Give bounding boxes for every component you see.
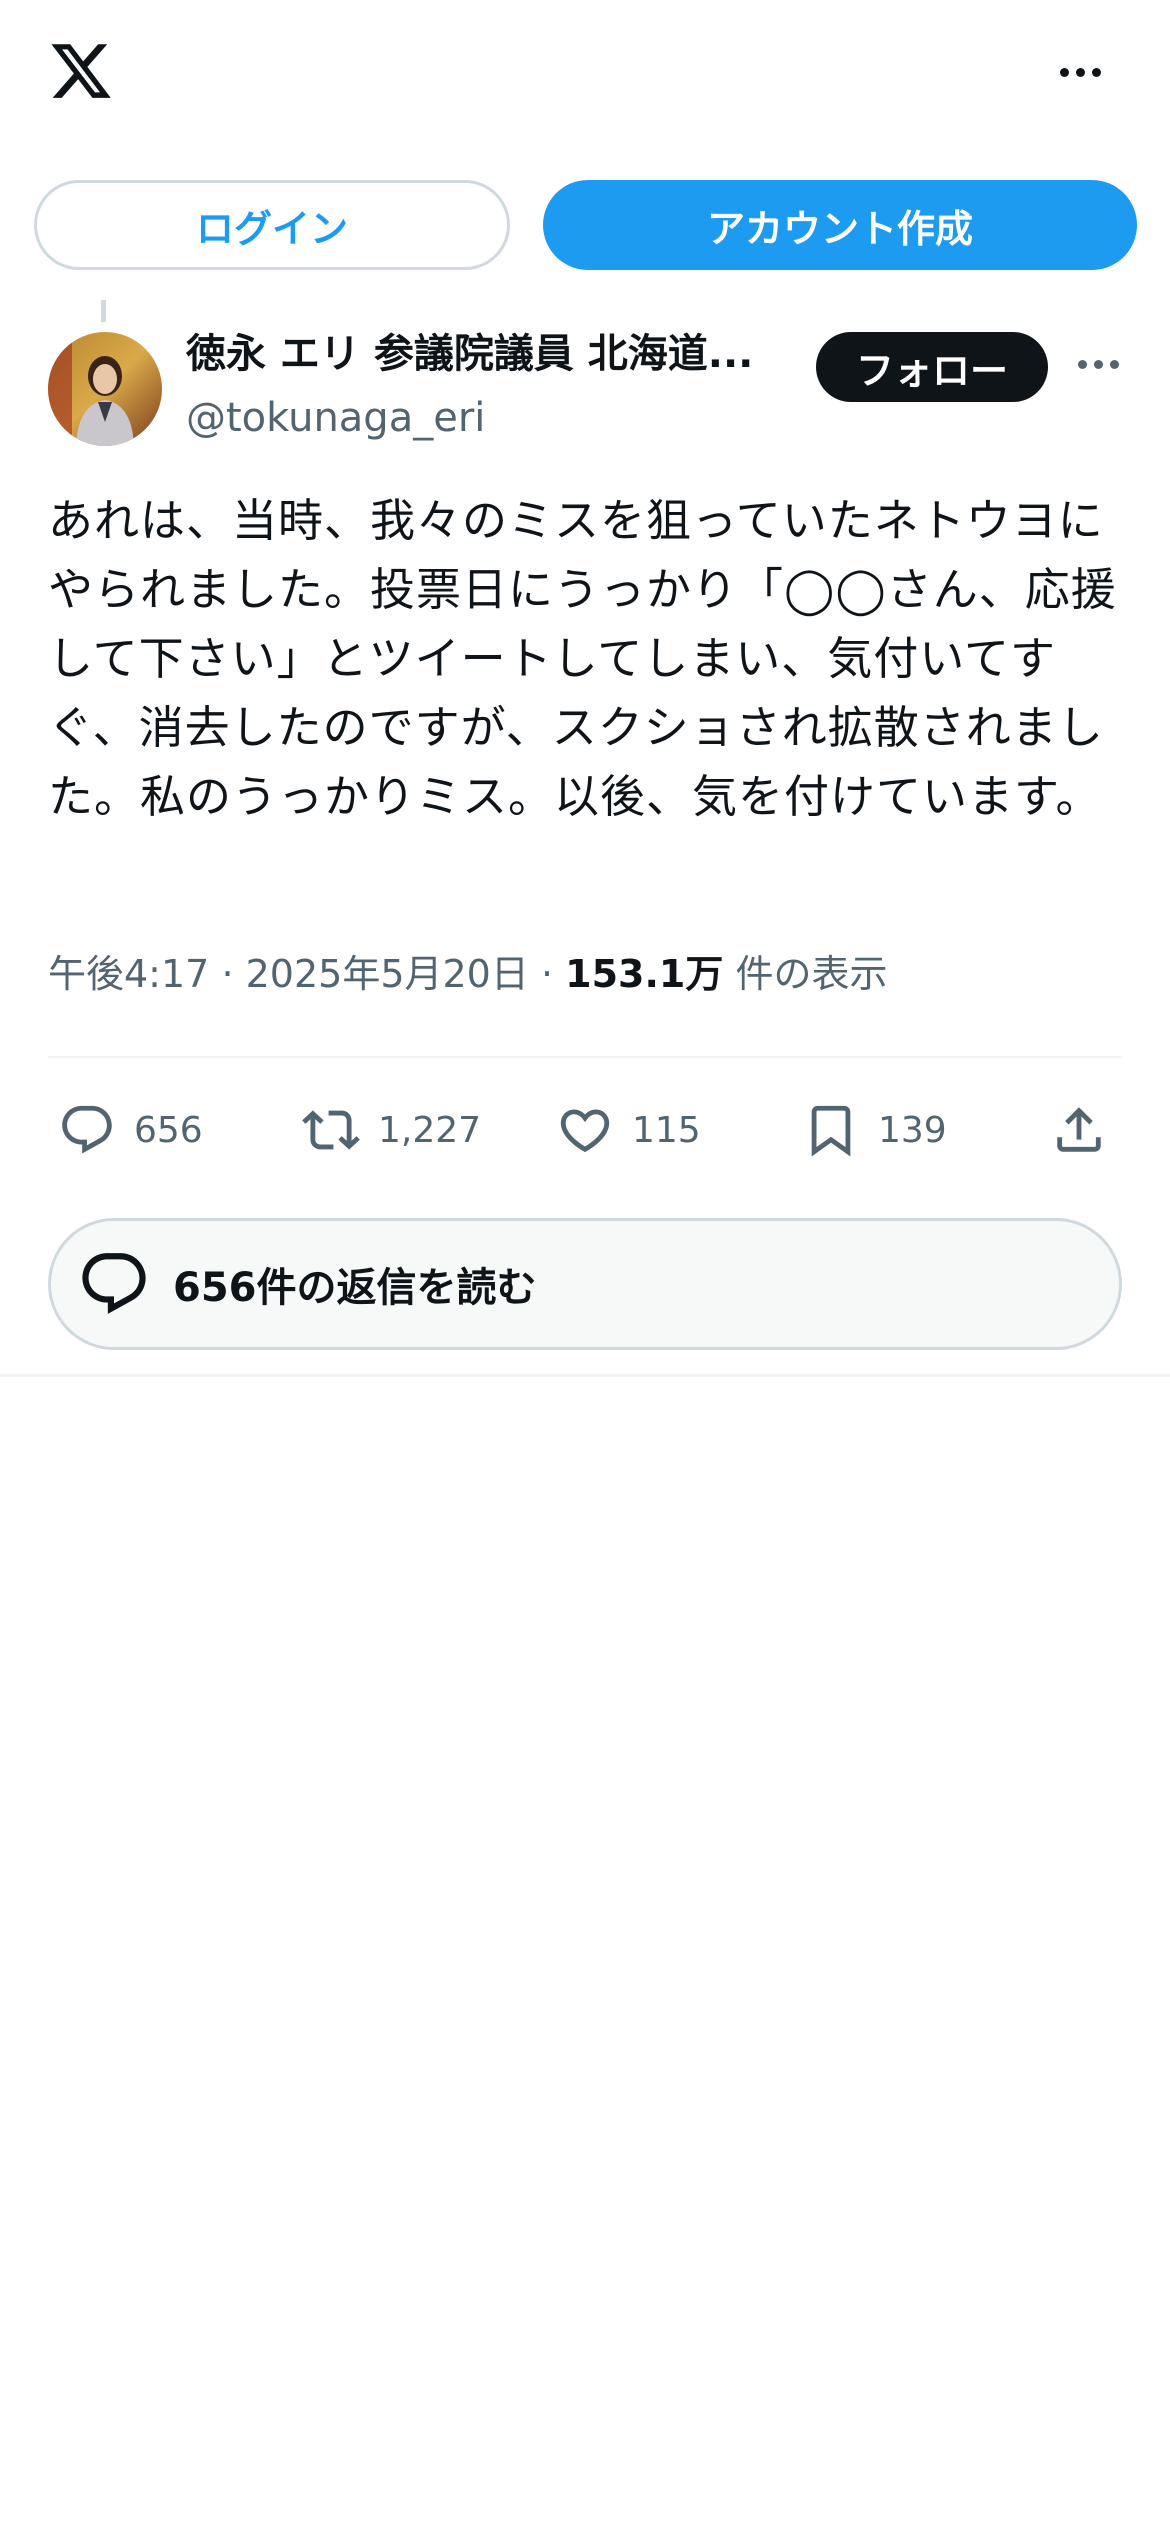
more-options-icon[interactable] (1060, 62, 1108, 82)
post-more-icon[interactable] (1078, 360, 1119, 369)
post-meta: 午後4:17 · 2025年5月20日 · 153.1万 件の表示 (48, 946, 887, 1002)
x-logo-icon[interactable] (48, 38, 114, 104)
read-replies-button[interactable]: 656件の返信を読む (48, 1218, 1122, 1350)
post-text: あれは、当時、我々のミスを狙っていたネトウヨにやられました。投票日にうっかり「◯… (48, 494, 1117, 823)
post-date[interactable]: 2025年5月20日 (246, 952, 529, 996)
repost-button[interactable]: 1,227 (302, 1090, 481, 1170)
login-button[interactable]: ログイン (34, 180, 510, 270)
reply-button[interactable]: 656 (58, 1090, 203, 1170)
top-bar (0, 0, 1170, 150)
views-label: 件の表示 (735, 952, 888, 996)
divider (48, 1056, 1122, 1058)
bookmark-icon (811, 1105, 851, 1157)
repost-icon (302, 1110, 360, 1150)
thread-connector (101, 300, 106, 322)
bookmark-button[interactable]: 139 (802, 1090, 947, 1170)
repost-count: 1,227 (378, 1109, 482, 1151)
like-button[interactable]: 115 (556, 1090, 701, 1170)
follow-button[interactable]: フォロー (816, 332, 1048, 402)
share-icon (1057, 1107, 1101, 1152)
avatar[interactable] (48, 332, 162, 446)
create-account-button[interactable]: アカウント作成 (543, 180, 1137, 270)
post-time[interactable]: 午後4:17 (48, 952, 209, 996)
reply-icon (62, 1105, 112, 1154)
like-count: 115 (632, 1109, 701, 1151)
meta-separator: · (540, 952, 554, 996)
heart-icon (560, 1109, 610, 1153)
action-bar: 656 1,227 115 139 (0, 1090, 1170, 1170)
speech-bubbles-icon (82, 1253, 146, 1314)
divider (0, 1374, 1170, 1377)
share-button[interactable] (1050, 1090, 1108, 1170)
meta-separator: · (221, 952, 234, 996)
author-handle[interactable]: @tokunaga_eri (186, 390, 485, 446)
author-name[interactable]: 徳永 エリ 参議院議員 北海道... (186, 326, 786, 382)
read-replies-label: 656件の返信を読む (173, 1265, 537, 1311)
views-count: 153.1万 (565, 952, 724, 996)
reply-count: 656 (134, 1109, 203, 1151)
bookmark-count: 139 (878, 1109, 947, 1151)
